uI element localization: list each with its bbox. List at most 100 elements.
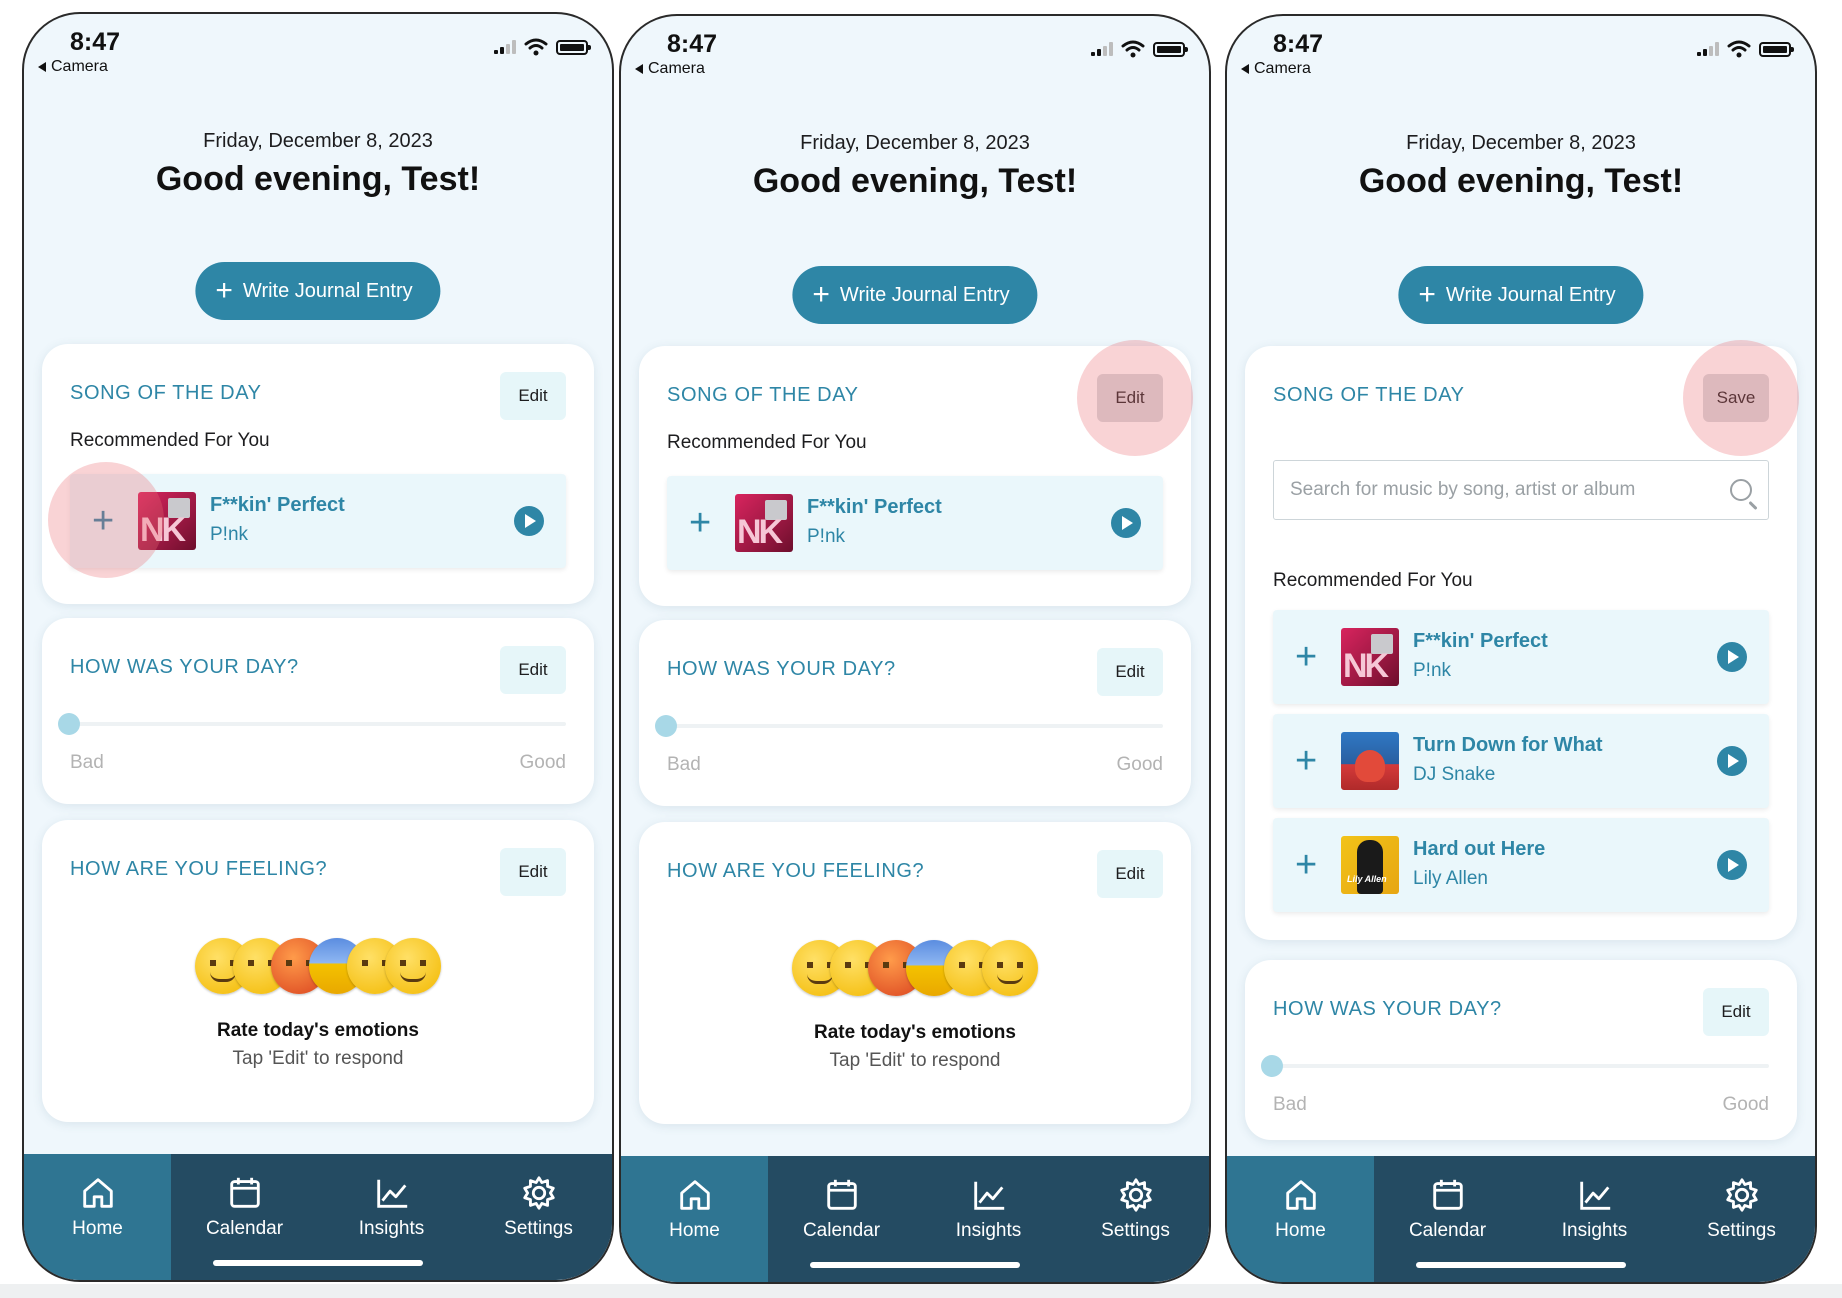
play-icon[interactable] [514, 506, 544, 536]
back-to-camera[interactable]: Camera [38, 58, 108, 76]
day-slider-thumb[interactable] [58, 713, 80, 735]
song-title: F**kin' Perfect [807, 496, 942, 518]
signal-icon [1091, 42, 1113, 56]
day-edit-button[interactable]: Edit [500, 646, 566, 694]
tab-settings[interactable]: Settings [1062, 1156, 1209, 1282]
feeling-edit-button[interactable]: Edit [500, 848, 566, 896]
phone-screen-1: 8:47 Camera Friday, December 8, 2023 Goo… [22, 12, 614, 1282]
back-to-camera[interactable]: Camera [1241, 60, 1311, 78]
song-artist: P!nk [210, 524, 249, 545]
card-title: SONG OF THE DAY [1273, 384, 1465, 406]
search-icon[interactable] [1730, 479, 1752, 501]
feeling-edit-button[interactable]: Edit [1097, 850, 1163, 898]
song-title: F**kin' Perfect [210, 494, 345, 516]
song-item: + Turn Down for What DJ Snake [1273, 714, 1769, 808]
song-of-the-day-card: SONG OF THE DAY Edit Recommended For You… [639, 340, 1193, 606]
add-song-plus-icon[interactable]: + [689, 504, 711, 542]
battery-icon [1153, 41, 1188, 57]
day-edit-button[interactable]: Edit [1097, 648, 1163, 696]
tab-bar: Home Calendar Insights Settings [621, 1156, 1209, 1282]
status-icons [1697, 40, 1794, 58]
tab-home[interactable]: Home [24, 1154, 171, 1280]
song-edit-button[interactable]: Edit [500, 372, 566, 420]
plus-icon: + [215, 274, 233, 307]
calendar-icon [229, 1177, 260, 1208]
status-time: 8:47 [70, 28, 121, 56]
tab-home[interactable]: Home [621, 1156, 768, 1282]
phone-screen-2: 8:47 Camera Friday, December 8, 2023 Goo… [619, 14, 1211, 1284]
slider-good-label: Good [1722, 1094, 1769, 1115]
add-song-plus-icon[interactable]: + [92, 502, 114, 540]
add-song-plus-icon[interactable]: + [1295, 846, 1317, 884]
album-cover-pink: NK [138, 492, 196, 550]
slider-good-label: Good [1116, 754, 1163, 775]
status-icons [494, 38, 591, 56]
day-slider-thumb[interactable] [1261, 1055, 1283, 1077]
play-icon[interactable] [1717, 642, 1747, 672]
battery-icon [556, 39, 591, 55]
song-title: Turn Down for What [1413, 734, 1603, 756]
day-slider-track[interactable] [70, 722, 566, 726]
song-edit-button[interactable]: Edit [1097, 374, 1163, 422]
tab-bar: Home Calendar Insights Settings [24, 1154, 612, 1280]
how-was-your-day-card: HOW WAS YOUR DAY? Edit Bad Good [1245, 960, 1797, 1140]
page-bottom-shade [0, 1284, 1842, 1298]
signal-icon [1697, 42, 1719, 56]
how-are-you-feeling-card: HOW ARE YOU FEELING? Edit Rate today's e… [42, 820, 594, 1122]
phone-screen-3: 8:47 Camera Friday, December 8, 2023 Goo… [1225, 14, 1817, 1284]
back-arrow-icon [38, 62, 46, 72]
day-slider-track[interactable] [1273, 1064, 1769, 1068]
write-journal-entry-button[interactable]: + Write Journal Entry [1398, 266, 1644, 324]
card-title: HOW ARE YOU FEELING? [667, 860, 925, 882]
song-title: F**kin' Perfect [1413, 630, 1548, 652]
add-song-plus-icon[interactable]: + [1295, 742, 1317, 780]
back-arrow-icon [1241, 64, 1249, 74]
write-journal-entry-button[interactable]: + Write Journal Entry [792, 266, 1038, 324]
wifi-icon [1121, 40, 1145, 58]
emotions-hint: Tap 'Edit' to respond [232, 1048, 404, 1069]
chart-icon [1579, 1181, 1610, 1210]
chart-icon [376, 1179, 407, 1208]
how-are-you-feeling-card: HOW ARE YOU FEELING? Edit Rate today's e… [639, 822, 1191, 1124]
write-journal-entry-button[interactable]: + Write Journal Entry [195, 262, 441, 320]
gear-icon [1119, 1178, 1152, 1212]
play-icon[interactable] [1111, 508, 1141, 538]
slider-bad-label: Bad [667, 754, 701, 775]
emoji-row [42, 938, 594, 998]
home-icon [679, 1180, 710, 1210]
song-save-button[interactable]: Save [1703, 374, 1769, 422]
album-cover-pink: NK [735, 494, 793, 552]
day-slider-thumb[interactable] [655, 715, 677, 737]
song-title: Hard out Here [1413, 838, 1546, 860]
recommended-label: Recommended For You [667, 432, 867, 453]
tab-settings[interactable]: Settings [465, 1154, 612, 1280]
song-of-the-day-card: SONG OF THE DAY Save Search for music by… [1245, 340, 1799, 940]
wifi-icon [524, 38, 548, 56]
emotions-hint: Tap 'Edit' to respond [829, 1050, 1001, 1071]
card-title: SONG OF THE DAY [70, 382, 262, 404]
card-title: HOW WAS YOUR DAY? [70, 656, 299, 678]
tab-settings[interactable]: Settings [1668, 1156, 1815, 1282]
slider-bad-label: Bad [70, 752, 104, 773]
tab-bar: Home Calendar Insights Settings [1227, 1156, 1815, 1282]
back-to-camera[interactable]: Camera [635, 60, 705, 78]
song-artist: P!nk [1413, 660, 1452, 681]
relieved-emoji-icon [982, 940, 1038, 996]
album-cover-dj-snake [1341, 732, 1399, 790]
greeting-title: Good evening, Test! [752, 162, 1078, 200]
home-indicator [810, 1262, 1020, 1268]
recommended-label: Recommended For You [70, 430, 270, 451]
album-cover-pink: NK [1341, 628, 1399, 686]
slider-good-label: Good [519, 752, 566, 773]
tab-home[interactable]: Home [1227, 1156, 1374, 1282]
chart-icon [973, 1181, 1004, 1210]
day-edit-button[interactable]: Edit [1703, 988, 1769, 1036]
day-slider-track[interactable] [667, 724, 1163, 728]
card-title: SONG OF THE DAY [667, 384, 859, 406]
emotions-prompt: Rate today's emotions [814, 1022, 1016, 1043]
add-song-plus-icon[interactable]: + [1295, 638, 1317, 676]
play-icon[interactable] [1717, 746, 1747, 776]
play-icon[interactable] [1717, 850, 1747, 880]
music-search-input[interactable]: Search for music by song, artist or albu… [1273, 460, 1769, 520]
greeting-title: Good evening, Test! [155, 160, 481, 198]
